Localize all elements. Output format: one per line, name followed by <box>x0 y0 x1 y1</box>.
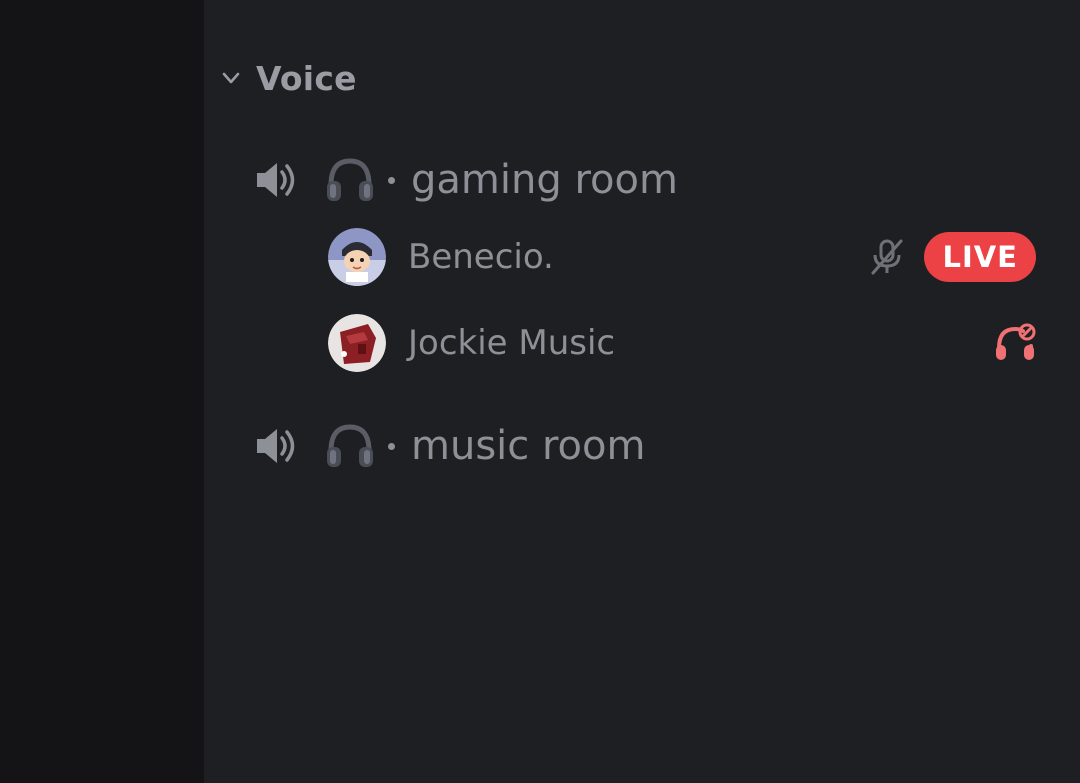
separator-dot <box>388 442 395 450</box>
member-name: Jockie Music <box>408 323 616 363</box>
channel-name: gaming room <box>411 157 678 203</box>
deafened-headphones-icon <box>994 322 1036 364</box>
cartoon-boy-avatar <box>328 228 386 286</box>
member-status-icons <box>994 322 1036 364</box>
voice-member-benecio[interactable]: Benecio. LIVE <box>328 226 1040 288</box>
speaker-icon <box>252 156 300 204</box>
speaker-icon <box>252 422 300 470</box>
bot-avatar <box>328 314 386 372</box>
live-badge: LIVE <box>924 232 1036 282</box>
chevron-down-icon <box>218 65 244 91</box>
category-label: Voice <box>256 58 357 98</box>
voice-channel-gaming-room[interactable]: gaming room <box>252 152 678 208</box>
channel-name: music room <box>411 423 646 469</box>
member-name: Benecio. <box>408 237 554 277</box>
headphones-icon <box>322 152 378 208</box>
muted-mic-icon <box>868 237 906 277</box>
channel-list <box>204 0 1080 783</box>
member-status-icons: LIVE <box>868 232 1036 282</box>
category-voice[interactable]: Voice <box>218 56 357 100</box>
voice-channel-music-room[interactable]: music room <box>252 418 645 474</box>
headphones-icon <box>322 418 378 474</box>
voice-member-jockie-music[interactable]: Jockie Music <box>328 312 1040 374</box>
server-rail <box>0 0 204 783</box>
separator-dot <box>388 176 395 184</box>
